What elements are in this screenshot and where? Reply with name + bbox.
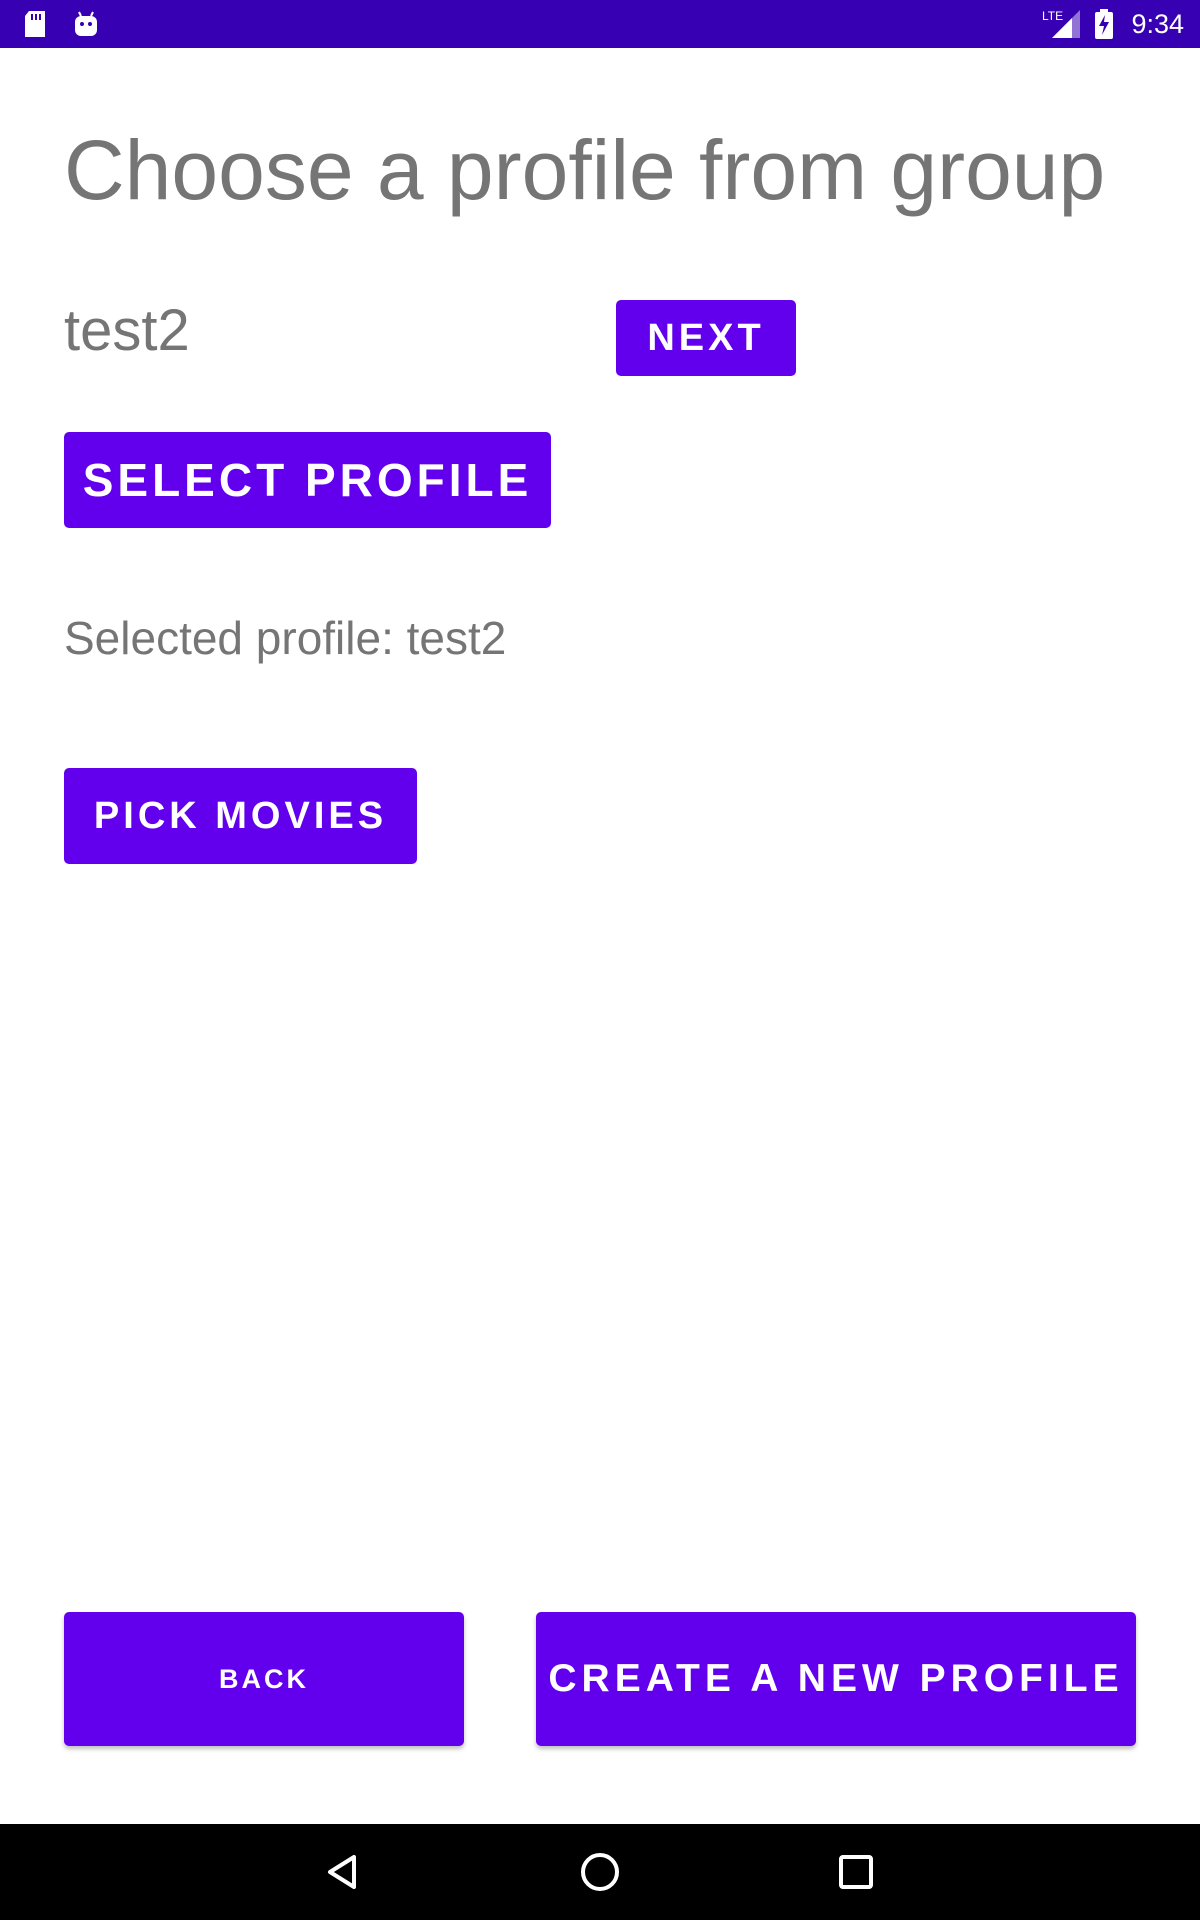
- svg-text:LTE: LTE: [1042, 9, 1063, 23]
- status-bar: LTE 9:34: [0, 0, 1200, 48]
- create-new-profile-button[interactable]: CREATE A NEW PROFILE: [536, 1612, 1136, 1746]
- back-button[interactable]: BACK: [64, 1612, 464, 1746]
- status-time: 9:34: [1131, 9, 1184, 39]
- back-triangle-icon[interactable]: [296, 1824, 392, 1920]
- next-button[interactable]: NEXT: [616, 300, 796, 376]
- selected-profile-text: Selected profile: test2: [64, 612, 507, 664]
- home-circle-icon[interactable]: [552, 1824, 648, 1920]
- recents-square-icon[interactable]: [808, 1824, 904, 1920]
- sd-card-icon: [20, 0, 50, 48]
- app-screen: LTE 9:34 Choose a profile from group tes…: [0, 0, 1200, 1920]
- lte-signal-icon: LTE: [1040, 0, 1084, 48]
- pick-movies-button[interactable]: PICK MOVIES: [64, 768, 417, 864]
- navigation-bar: [0, 1824, 1200, 1920]
- android-debug-icon: [70, 0, 102, 48]
- page-title: Choose a profile from group: [64, 123, 1106, 217]
- battery-charging-icon: [1092, 0, 1116, 48]
- select-profile-button[interactable]: SELECT PROFILE: [64, 432, 551, 528]
- group-profile-name: test2: [64, 298, 190, 363]
